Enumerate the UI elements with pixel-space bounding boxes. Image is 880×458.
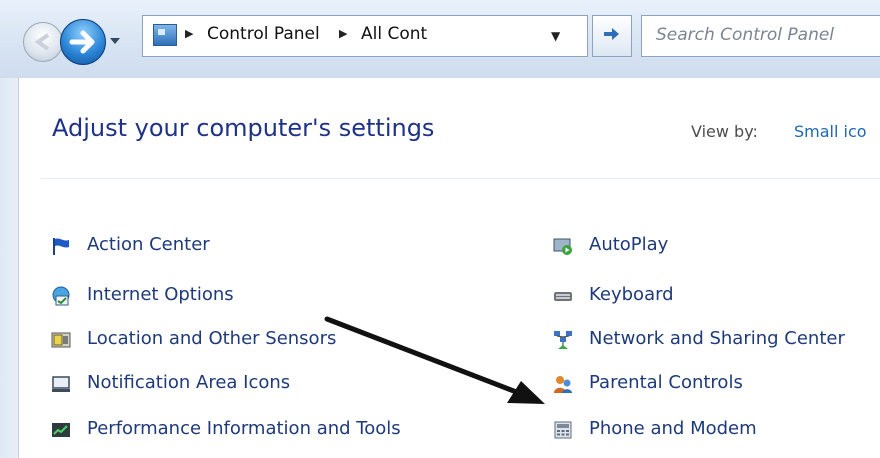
breadcrumb-control-panel[interactable]: Control Panel: [207, 24, 320, 44]
back-arrow-icon: [34, 33, 50, 51]
recent-pages-dropdown[interactable]: [108, 34, 122, 48]
divider: [41, 178, 880, 179]
list-item-label: Phone and Modem: [589, 418, 757, 439]
autoplay-icon: [553, 238, 572, 255]
list-item-label: Location and Other Sensors: [87, 328, 337, 349]
list-item-label: AutoPlay: [589, 234, 669, 255]
address-dropdown-icon[interactable]: ▼: [551, 29, 560, 43]
performance-icon: [52, 423, 70, 437]
search-input[interactable]: Search Control Panel: [641, 15, 880, 57]
notification-icon: [52, 376, 70, 392]
flag-icon: [53, 238, 69, 255]
page-title: Adjust your computer's settings: [52, 114, 435, 142]
list-item-label: Internet Options: [87, 284, 234, 305]
list-item-label: Keyboard: [589, 284, 674, 305]
navigation-pane-edge: [0, 78, 18, 458]
refresh-button[interactable]: [592, 15, 632, 57]
list-item-label: Action Center: [87, 234, 210, 255]
refresh-icon: [604, 28, 619, 40]
list-item-label: Notification Area Icons: [87, 372, 291, 393]
forward-arrow-icon: [69, 30, 95, 54]
control-panel-icon: [153, 24, 177, 46]
view-by-dropdown[interactable]: Small ico: [794, 122, 867, 141]
back-button[interactable]: [23, 22, 63, 62]
breadcrumb-chevron-icon[interactable]: ▶: [339, 27, 347, 40]
navigation-bar: ▶ Control Panel ▶ All Cont ▼ Search Cont…: [0, 0, 880, 80]
content-pane: Adjust your computer's settings View by:…: [18, 78, 880, 458]
breadcrumb-chevron-icon[interactable]: ▶: [185, 27, 193, 40]
list-item-label: Parental Controls: [589, 372, 743, 393]
phone-modem-icon: [554, 421, 572, 439]
internet-options-icon: [52, 286, 70, 306]
address-bar[interactable]: ▶ Control Panel ▶ All Cont ▼: [142, 15, 588, 57]
breadcrumb-all-items[interactable]: All Cont: [361, 24, 427, 44]
search-placeholder: Search Control Panel: [656, 25, 835, 45]
annotation-arrow-icon: [324, 316, 545, 404]
sensors-icon: [51, 332, 71, 348]
view-by-label: View by:: [691, 122, 758, 141]
list-item-label: Network and Sharing Center: [589, 328, 845, 349]
forward-button[interactable]: [60, 19, 106, 65]
